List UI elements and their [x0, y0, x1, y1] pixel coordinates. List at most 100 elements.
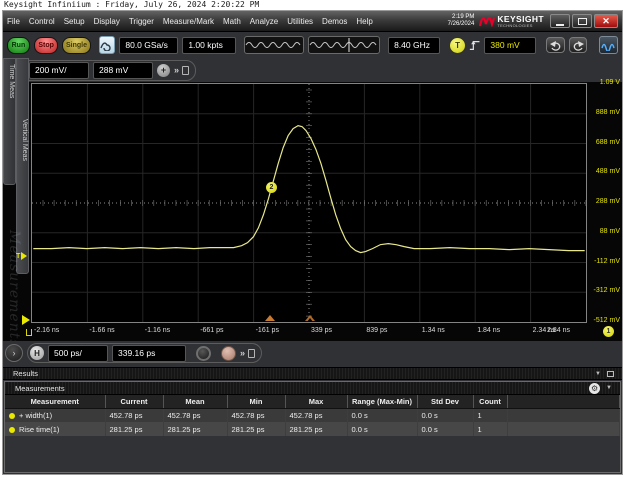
measurement-name-cell: + width(1): [5, 408, 105, 422]
trigger-point-marker[interactable]: 2: [266, 182, 277, 193]
touch-knob-button[interactable]: [221, 346, 236, 361]
add-channel-button[interactable]: +: [157, 64, 170, 77]
menu-bar: File Control Setup Display Trigger Measure/Ma…: [3, 11, 622, 32]
results-title: Results: [3, 369, 38, 378]
zoom-knob-button[interactable]: [196, 346, 211, 361]
measurement-value-cell: 452.78 ps: [227, 408, 285, 422]
column-header-current[interactable]: Current: [105, 395, 163, 408]
copy-setup-icon[interactable]: [182, 66, 189, 75]
y-axis-labels: 1.09 V888 mV688 mV488 mV288 mV88 mV-112 …: [587, 83, 623, 323]
clock-time: 2:19 PM: [448, 14, 475, 21]
column-header-std-dev[interactable]: Std Dev: [417, 395, 473, 408]
measurement-value-cell: 1: [473, 422, 507, 436]
horizontal-bar: › H 500 ps/ 339.16 ps »: [3, 341, 622, 365]
menu-item-control[interactable]: Control: [29, 17, 55, 26]
menu-item-file[interactable]: File: [7, 17, 20, 26]
restore-button[interactable]: [572, 14, 592, 28]
trigger-source-badge[interactable]: T: [450, 38, 465, 53]
trigger-time-marker-icon[interactable]: [305, 315, 315, 321]
sample-rate-box[interactable]: 80.0 GSa/s: [119, 37, 178, 54]
x-axis-label: -161 ps: [256, 327, 279, 334]
timeref-marker-icon[interactable]: [265, 315, 275, 321]
column-header-count[interactable]: Count: [473, 395, 507, 408]
display-wave-icon: [100, 39, 113, 51]
timebase-box[interactable]: 500 ps/: [48, 345, 108, 362]
column-header-min[interactable]: Min: [227, 395, 285, 408]
touch-display-button[interactable]: [99, 36, 116, 54]
expand-horizontal-chevron[interactable]: »: [240, 348, 244, 358]
minimize-button[interactable]: [550, 14, 570, 28]
keysight-logo: KEYSIGHT TECHNOLOGIES: [479, 15, 544, 28]
measurement-label: + width(1): [19, 411, 52, 420]
close-button[interactable]: ✕: [594, 14, 618, 28]
undo-button[interactable]: [546, 37, 565, 53]
column-header-max[interactable]: Max: [285, 395, 347, 408]
clock-date: 7/26/2024: [448, 21, 475, 28]
y-axis-label: -512 mV: [594, 317, 620, 324]
measurement-value-cell: 281.25 ps: [163, 422, 227, 436]
vertical-scale-box[interactable]: 200 mV/: [29, 62, 89, 79]
menu-item-display[interactable]: Display: [94, 17, 120, 26]
measurements-menu-icon[interactable]: ▼: [606, 385, 612, 391]
waveform-preview-cursor-icon: [309, 37, 379, 53]
column-header-mean[interactable]: Mean: [163, 395, 227, 408]
redo-button[interactable]: [569, 37, 588, 53]
results-expander-button[interactable]: ›: [5, 344, 23, 362]
measurements-panel: Measurements ⚙ ▼ MeasurementCurrentMeanM…: [4, 381, 621, 473]
single-button[interactable]: Single: [62, 37, 90, 54]
column-header-range-max-min[interactable]: Range (Max-Min): [347, 395, 417, 408]
x-axis-label: 839 ps: [366, 327, 387, 334]
clock: 2:19 PM 7/26/2024: [448, 14, 475, 28]
expand-controls-chevron[interactable]: »: [174, 65, 178, 75]
y-axis-label: 488 mV: [596, 168, 620, 175]
horizontal-badge[interactable]: H: [30, 346, 44, 360]
x-axis-label: -2.16 ns: [34, 327, 59, 334]
close-icon: ✕: [602, 16, 610, 27]
menu-item-utilities[interactable]: Utilities: [287, 17, 313, 26]
column-header-empty[interactable]: [507, 395, 620, 408]
column-header-measurement[interactable]: Measurement: [5, 395, 105, 408]
menu-item-demos[interactable]: Demos: [322, 17, 347, 26]
menu-item-math[interactable]: Math: [223, 17, 241, 26]
menu-item-trigger[interactable]: Trigger: [129, 17, 154, 26]
bandwidth-box[interactable]: 8.40 GHz: [388, 37, 440, 54]
x-axis-label: -661 ps: [200, 327, 223, 334]
copy-horizontal-icon[interactable]: [248, 349, 255, 358]
results-collapse-icon[interactable]: ▼: [595, 371, 601, 377]
y-axis-label: -112 mV: [594, 258, 620, 265]
channel-ground-marker[interactable]: [22, 315, 30, 325]
menu-item-setup[interactable]: Setup: [64, 17, 85, 26]
tab-time-meas[interactable]: Time Meas: [3, 58, 16, 185]
run-button[interactable]: Run: [7, 37, 30, 54]
menu-item-analyze[interactable]: Analyze: [250, 17, 278, 26]
trigger-arrow-icon: [21, 252, 27, 260]
undo-icon: [550, 40, 562, 51]
menu-item-measure-mark[interactable]: Measure/Mark: [163, 17, 214, 26]
waveform-preview-2[interactable]: [308, 36, 380, 54]
restore-icon: [578, 18, 587, 25]
channel-1-controls: 1 200 mV/ 288 mV + »: [7, 60, 196, 81]
stop-button[interactable]: Stop: [34, 37, 59, 54]
trigger-level-box[interactable]: 380 mV: [484, 37, 536, 54]
measurement-row-width-1[interactable]: + width(1)452.78 ps452.78 ps452.78 ps452…: [5, 408, 620, 422]
menu-item-help[interactable]: Help: [356, 17, 372, 26]
waveform-display[interactable]: 2: [31, 83, 587, 323]
measurement-value-cell: [507, 408, 620, 422]
blue-waveform-icon: [601, 39, 616, 51]
measurement-row-rise-time-1[interactable]: Rise time(1)281.25 ps281.25 ps281.25 ps2…: [5, 422, 620, 436]
vertical-offset-box[interactable]: 288 mV: [93, 62, 153, 79]
horizontal-position-box[interactable]: 339.16 ps: [112, 345, 186, 362]
gear-icon[interactable]: ⚙: [589, 383, 600, 394]
waveform-preview-1[interactable]: [244, 36, 304, 54]
trigger-slope-icon[interactable]: [469, 39, 480, 52]
screen: Keysight Infiniium : Friday, July 26, 20…: [0, 0, 625, 480]
waveform-tools-button[interactable]: [599, 36, 618, 54]
x-axis-label: -1.16 ns: [145, 327, 170, 334]
results-dock-icon[interactable]: [607, 371, 614, 377]
x-axis-label: 2.84 ns: [547, 327, 570, 334]
measurement-name-cell: Rise time(1): [5, 422, 105, 436]
waveform-preview-icon: [245, 37, 303, 53]
trigger-level-marker[interactable]: T: [16, 252, 27, 260]
memory-depth-box[interactable]: 1.00 kpts: [182, 37, 236, 54]
x-axis-labels: -2.16 ns-1.66 ns-1.16 ns-661 ps-161 ps33…: [31, 323, 587, 340]
